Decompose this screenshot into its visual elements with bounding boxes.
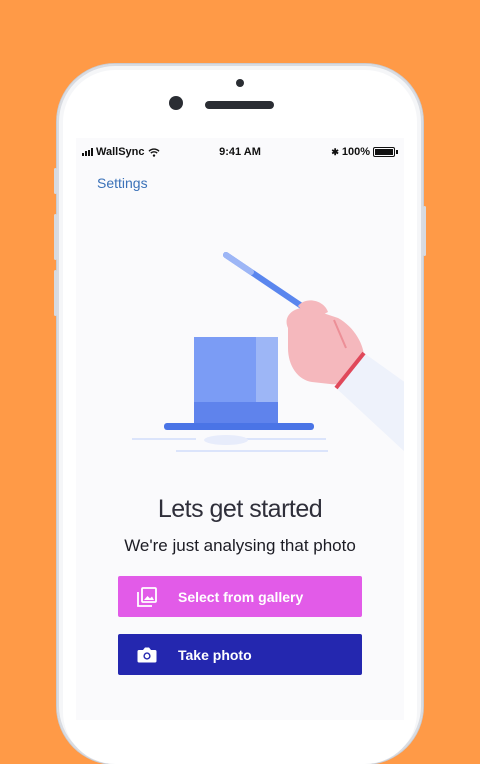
battery-percent: 100% — [341, 146, 370, 158]
gallery-icon — [136, 586, 158, 608]
front-camera — [169, 96, 183, 110]
page-title: Lets get started — [157, 495, 323, 523]
status-right-group: ✱ 100% — [331, 146, 398, 158]
status-bar: WallSync 9:41 AM ✱ 100% — [76, 138, 404, 166]
earpiece-speaker — [205, 101, 274, 109]
magic-wand — [223, 252, 315, 316]
bluetooth-icon: ✱ — [331, 146, 339, 157]
app-screen: WallSync 9:41 AM ✱ 100% Settings Lets ge… — [76, 138, 404, 720]
battery-icon — [373, 147, 395, 157]
select-from-gallery-button[interactable]: Select from gallery — [118, 576, 362, 617]
gallery-button-label: Select from gallery — [178, 588, 304, 605]
power-button — [423, 206, 426, 256]
camera-icon — [136, 644, 158, 666]
take-photo-button[interactable]: Take photo — [118, 634, 362, 675]
page-subtitle: We're just analysing that photo — [124, 536, 356, 555]
mute-switch — [54, 168, 57, 194]
settings-link[interactable]: Settings — [97, 175, 148, 191]
proximity-sensor — [236, 79, 244, 87]
photo-button-label: Take photo — [178, 646, 252, 663]
magic-hat-illustration — [132, 252, 404, 452]
volume-up-button — [54, 214, 57, 260]
battery-tip — [396, 150, 398, 154]
volume-down-button — [54, 270, 57, 316]
hat-shadow — [132, 435, 328, 452]
